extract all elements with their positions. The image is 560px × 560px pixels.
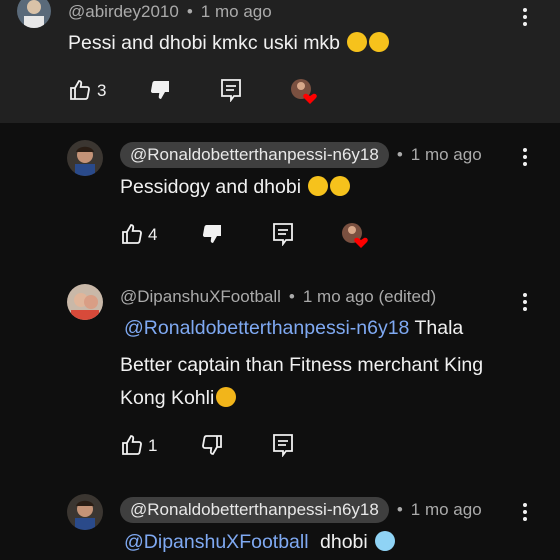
like-button[interactable] — [68, 78, 92, 107]
dislike-button[interactable] — [200, 433, 224, 462]
reply-icon — [273, 223, 293, 247]
thumbs-up-icon — [122, 224, 142, 244]
laughing-emoji-icon — [369, 32, 390, 52]
author-chip[interactable]: @Ronaldobetterthanpessi-n6y18 — [120, 497, 389, 523]
reply-meta: @Ronaldobetterthanpessi-n6y18 • 1 mo ago — [120, 142, 482, 168]
reply-button[interactable] — [220, 78, 242, 107]
like-count: 3 — [97, 81, 107, 100]
comment-author[interactable]: @abirdey2010 — [68, 2, 179, 21]
reply-time: 1 mo ago (edited) — [302, 287, 437, 306]
reply-menu-button[interactable] — [519, 148, 531, 170]
cold-face-emoji-icon — [375, 531, 396, 551]
dislike-button[interactable] — [148, 78, 172, 107]
reply-text-line: Better captain than Fitness merchant Kin… — [120, 354, 484, 376]
reply-text: @Ronaldobetterthanpessi-n6y18 Thala — [124, 317, 464, 339]
separator-dot: • — [396, 145, 403, 164]
comment-time: 1 mo ago — [200, 2, 272, 21]
more-vertical-icon — [523, 8, 527, 12]
author-chip[interactable]: @Ronaldobetterthanpessi-n6y18 — [120, 142, 389, 168]
creator-heart-icon — [341, 222, 371, 255]
thumbs-down-icon — [202, 435, 222, 455]
mention-link[interactable]: @DipanshuXFootball — [124, 531, 309, 553]
reply-time: 1 mo ago — [410, 500, 482, 519]
more-vertical-icon — [523, 503, 527, 507]
reply-button[interactable] — [272, 433, 294, 462]
worried-emoji-icon — [216, 387, 237, 407]
like-button[interactable] — [120, 222, 144, 251]
thumbs-down-icon — [150, 81, 169, 99]
like-count: 4 — [148, 225, 158, 244]
thumbs-up-icon — [70, 80, 90, 100]
laughing-emoji-icon — [308, 176, 329, 196]
separator-dot: • — [288, 287, 295, 306]
reply-button[interactable] — [272, 222, 294, 251]
more-vertical-icon — [523, 293, 527, 297]
comment-menu-button[interactable] — [519, 8, 531, 30]
reply-menu-button[interactable] — [519, 503, 531, 525]
mention-link[interactable]: @Ronaldobetterthanpessi-n6y18 — [124, 317, 409, 339]
separator-dot: • — [396, 500, 403, 519]
like-button[interactable] — [120, 433, 144, 462]
reply-icon — [221, 79, 241, 103]
laughing-emoji-icon — [330, 176, 351, 196]
reply-text: @DipanshuXFootball dhobi — [124, 525, 396, 559]
creator-heart-icon — [290, 78, 320, 111]
reply-author[interactable]: @DipanshuXFootball — [120, 287, 281, 306]
comment-meta: @abirdey2010 • 1 mo ago — [68, 2, 272, 22]
thumbs-up-icon — [122, 435, 142, 455]
comment-text: Pessi and dhobi kmkc uski mkb — [68, 26, 390, 60]
dislike-button[interactable] — [200, 222, 224, 251]
reply-time: 1 mo ago — [410, 145, 482, 164]
reply-text: Pessidogy and dhobi — [120, 170, 351, 204]
reply-meta: @Ronaldobetterthanpessi-n6y18 • 1 mo ago — [120, 497, 482, 523]
more-vertical-icon — [523, 148, 527, 152]
avatar[interactable] — [67, 494, 103, 530]
reply-text-line: Kong Kohli — [120, 381, 237, 415]
avatar[interactable] — [67, 284, 103, 320]
reply-menu-button[interactable] — [519, 293, 531, 315]
reply-meta: @DipanshuXFootball • 1 mo ago (edited) — [120, 287, 436, 307]
thumbs-down-icon — [202, 225, 221, 243]
reply-icon — [273, 434, 293, 458]
laughing-emoji-icon — [347, 32, 368, 52]
like-count: 1 — [148, 436, 158, 455]
separator-dot: • — [186, 2, 193, 21]
avatar[interactable] — [67, 140, 103, 176]
